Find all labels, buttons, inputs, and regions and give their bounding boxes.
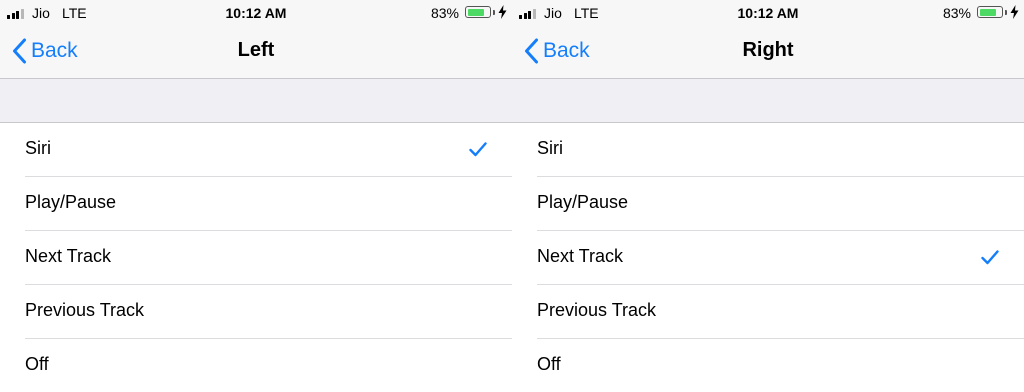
option-row-previous-track[interactable]: Previous Track [512,285,1024,339]
status-bar: Jio LTE 10:12 AM 83% [512,0,1024,26]
page-title: Left [237,39,275,61]
page-title: Right [742,39,794,61]
option-row-next-track[interactable]: Next Track [512,231,1024,285]
options-list: Siri Play/Pause Next Track Previous Trac… [0,123,512,392]
option-label: Next Track [25,246,112,266]
option-label: Next Track [537,246,624,266]
battery-icon [977,6,1003,18]
option-label: Off [25,354,49,374]
left-settings-panel: Jio LTE 10:12 AM 83% Back Left Siri Play… [0,0,512,392]
option-label: Previous Track [537,300,657,320]
option-label: Off [537,354,561,374]
option-row-off[interactable]: Off [512,339,1024,392]
checkmark-icon [981,250,999,265]
option-label: Siri [25,138,51,158]
option-label: Siri [537,138,563,158]
option-label: Play/Pause [537,192,629,212]
section-header-spacer [512,79,1024,123]
battery-percent: 83% [942,5,971,21]
battery-percent: 83% [430,5,459,21]
section-header-spacer [0,79,512,123]
option-label: Previous Track [25,300,145,320]
option-row-off[interactable]: Off [0,339,512,392]
option-label: Play/Pause [25,192,117,212]
option-row-play-pause[interactable]: Play/Pause [0,177,512,231]
navigation-bar: Back Left [0,26,512,79]
battery-level-fill [979,8,997,16]
right-settings-panel: Jio LTE 10:12 AM 83% Back Right Siri Pla… [512,0,1024,392]
checkmark-icon [469,142,487,157]
battery-tip [493,10,495,15]
charging-bolt-icon [498,5,507,19]
battery-icon [465,6,491,18]
navigation-bar: Back Right [512,26,1024,79]
option-row-previous-track[interactable]: Previous Track [0,285,512,339]
option-row-siri[interactable]: Siri [0,123,512,177]
charging-bolt-icon [1010,5,1019,19]
option-row-next-track[interactable]: Next Track [0,231,512,285]
battery-level-fill [467,8,485,16]
option-row-play-pause[interactable]: Play/Pause [512,177,1024,231]
battery-tip [1005,10,1007,15]
options-list: Siri Play/Pause Next Track Previous Trac… [512,123,1024,392]
option-row-siri[interactable]: Siri [512,123,1024,177]
status-bar: Jio LTE 10:12 AM 83% [0,0,512,26]
